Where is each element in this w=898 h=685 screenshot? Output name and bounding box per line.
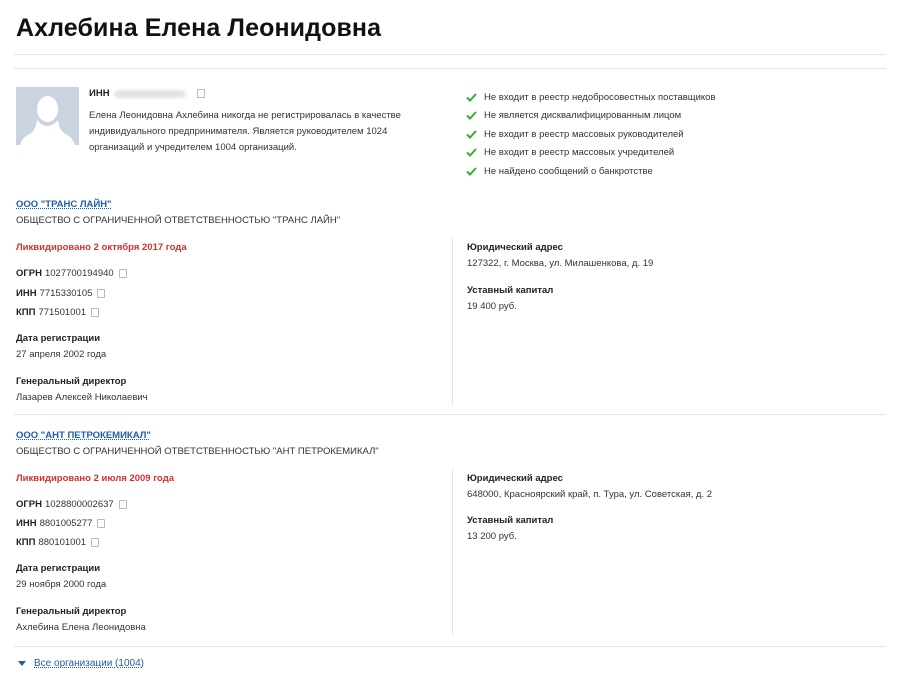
org-link[interactable]: ООО "ТРАНС ЛАЙН"	[16, 199, 112, 210]
org-full-name: ОБЩЕСТВО С ОГРАНИЧЕННОЙ ОТВЕТСТВЕННОСТЬЮ…	[16, 446, 379, 457]
capital-label: Уставный капитал	[467, 515, 554, 526]
copy-icon[interactable]	[97, 519, 106, 528]
avatar	[16, 87, 79, 145]
capital-value: 19 400 руб.	[467, 301, 517, 312]
reg-date-value: 27 апреля 2002 года	[16, 349, 107, 360]
reg-date-value: 29 ноября 2000 года	[16, 579, 107, 590]
reg-date-label: Дата регистрации	[16, 333, 101, 344]
page-title: Ахлебина Елена Леонидовна	[16, 14, 382, 42]
person-silhouette-icon	[16, 87, 79, 145]
director-label: Генеральный директор	[16, 376, 127, 387]
org-link[interactable]: ООО "АНТ ПЕТРОКЕМИКАЛ"	[16, 430, 151, 441]
inn-label: ИНН	[89, 88, 110, 99]
check-item: Не входит в реестр массовых руководителе…	[466, 125, 716, 144]
reg-date-label: Дата регистрации	[16, 563, 101, 574]
divider	[14, 68, 886, 69]
org-inn: ИНН 8801005277	[16, 518, 106, 529]
address-value: 648000, Красноярский край, п. Тура, ул. …	[467, 489, 713, 500]
person-inn: ИНН	[89, 88, 205, 99]
all-organizations-link[interactable]: Все организации (1004)	[18, 658, 144, 669]
status-liquidated: Ликвидировано 2 июля 2009 года	[16, 473, 175, 484]
org-full-name: ОБЩЕСТВО С ОГРАНИЧЕННОЙ ОТВЕТСТВЕННОСТЬЮ…	[16, 215, 341, 226]
capital-label: Уставный капитал	[467, 285, 554, 296]
address-label: Юридический адрес	[467, 473, 563, 484]
checkmark-icon	[466, 167, 477, 176]
copy-icon[interactable]	[97, 289, 106, 298]
divider	[14, 54, 886, 55]
director-value: Лазарев Алексей Николаевич	[16, 392, 148, 403]
copy-icon[interactable]	[118, 500, 127, 509]
director-label: Генеральный директор	[16, 606, 127, 617]
person-description: Елена Леонидовна Ахлебина никогда не рег…	[89, 110, 401, 153]
director-value: Ахлебина Елена Леонидовна	[16, 622, 146, 633]
divider	[14, 414, 886, 415]
address-label: Юридический адрес	[467, 242, 563, 253]
org-ogrn: ОГРН 1027700194940	[16, 268, 127, 279]
checkmark-icon	[466, 93, 477, 102]
check-item: Не найдено сообщений о банкротстве	[466, 162, 716, 181]
checkmark-icon	[466, 148, 477, 158]
checkmark-icon	[466, 130, 477, 139]
check-item: Не входит в реестр недобросовестных пост…	[466, 88, 716, 107]
copy-icon[interactable]	[196, 89, 205, 98]
org-inn: ИНН 7715330105	[16, 288, 106, 299]
column-divider	[452, 468, 453, 636]
checks-list: Не входит в реестр недобросовестных пост…	[466, 88, 716, 181]
divider	[14, 646, 886, 647]
column-divider	[452, 238, 453, 406]
checkmark-icon	[466, 111, 477, 121]
org-kpp: КПП 880101001	[16, 537, 100, 548]
status-liquidated: Ликвидировано 2 октября 2017 года	[16, 242, 187, 253]
address-value: 127322, г. Москва, ул. Милашенкова, д. 1…	[467, 258, 654, 269]
check-item: Не входит в реестр массовых учредителей	[466, 144, 716, 163]
capital-value: 13 200 руб.	[467, 531, 517, 542]
copy-icon[interactable]	[91, 308, 100, 317]
org-ogrn: ОГРН 1028800002637	[16, 499, 127, 510]
caret-down-icon	[18, 661, 26, 666]
check-item: Не является дисквалифицированным лицом	[466, 107, 716, 126]
inn-value-blurred	[113, 89, 186, 98]
copy-icon[interactable]	[91, 538, 100, 547]
org-kpp: КПП 771501001	[16, 307, 100, 318]
person-page: Ахлебина Елена Леонидовна ИНН Елена Леон…	[0, 0, 898, 685]
copy-icon[interactable]	[118, 269, 127, 278]
